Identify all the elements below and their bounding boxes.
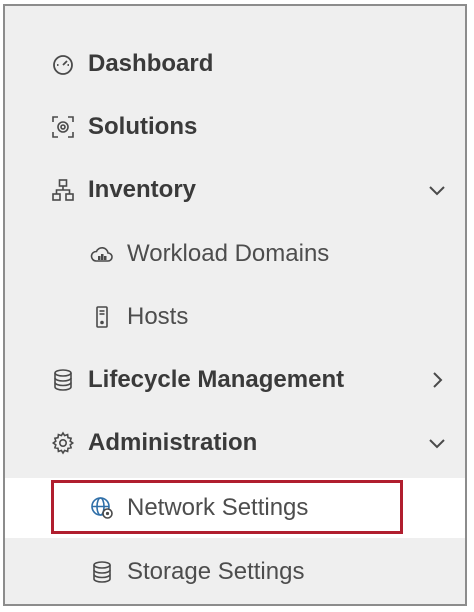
- host-icon: [89, 304, 115, 330]
- database-icon: [50, 367, 76, 393]
- nav-item-label: Storage Settings: [127, 558, 305, 585]
- inventory-icon: [50, 177, 76, 203]
- nav-item-administration[interactable]: Administration: [5, 415, 465, 471]
- gear-icon: [50, 430, 76, 456]
- nav-item-label: Administration: [88, 429, 258, 456]
- sidebar-nav: Dashboard Solutions Inventory Workload D…: [5, 6, 465, 604]
- nav-item-label: Workload Domains: [127, 240, 330, 267]
- chevron-down-icon[interactable]: [427, 180, 447, 200]
- chevron-down-icon[interactable]: [427, 433, 447, 453]
- nav-item-inventory[interactable]: Inventory: [5, 162, 465, 218]
- nav-item-dashboard[interactable]: Dashboard: [5, 36, 465, 92]
- dashboard-icon: [50, 51, 76, 77]
- navigation-panel: Dashboard Solutions Inventory Workload D…: [3, 4, 467, 606]
- nav-item-lifecycle-management[interactable]: Lifecycle Management: [5, 352, 465, 408]
- storage-icon: [89, 559, 115, 585]
- chevron-right-icon[interactable]: [427, 370, 447, 390]
- nav-item-label: Lifecycle Management: [88, 366, 345, 393]
- nav-item-storage-settings[interactable]: Storage Settings: [5, 544, 465, 600]
- nav-item-label: Hosts: [127, 303, 189, 330]
- nav-item-label: Network Settings: [127, 494, 309, 521]
- solutions-icon: [50, 114, 76, 140]
- nav-item-network-settings[interactable]: Network Settings: [5, 478, 465, 538]
- cloud-icon: [89, 241, 115, 267]
- nav-item-solutions[interactable]: Solutions: [5, 99, 465, 155]
- nav-item-label: Dashboard: [88, 50, 214, 77]
- nav-item-label: Inventory: [88, 176, 197, 203]
- nav-item-label: Solutions: [88, 113, 198, 140]
- nav-item-workload-domains[interactable]: Workload Domains: [5, 226, 465, 282]
- network-settings-icon: [89, 495, 115, 521]
- nav-item-hosts[interactable]: Hosts: [5, 289, 465, 345]
